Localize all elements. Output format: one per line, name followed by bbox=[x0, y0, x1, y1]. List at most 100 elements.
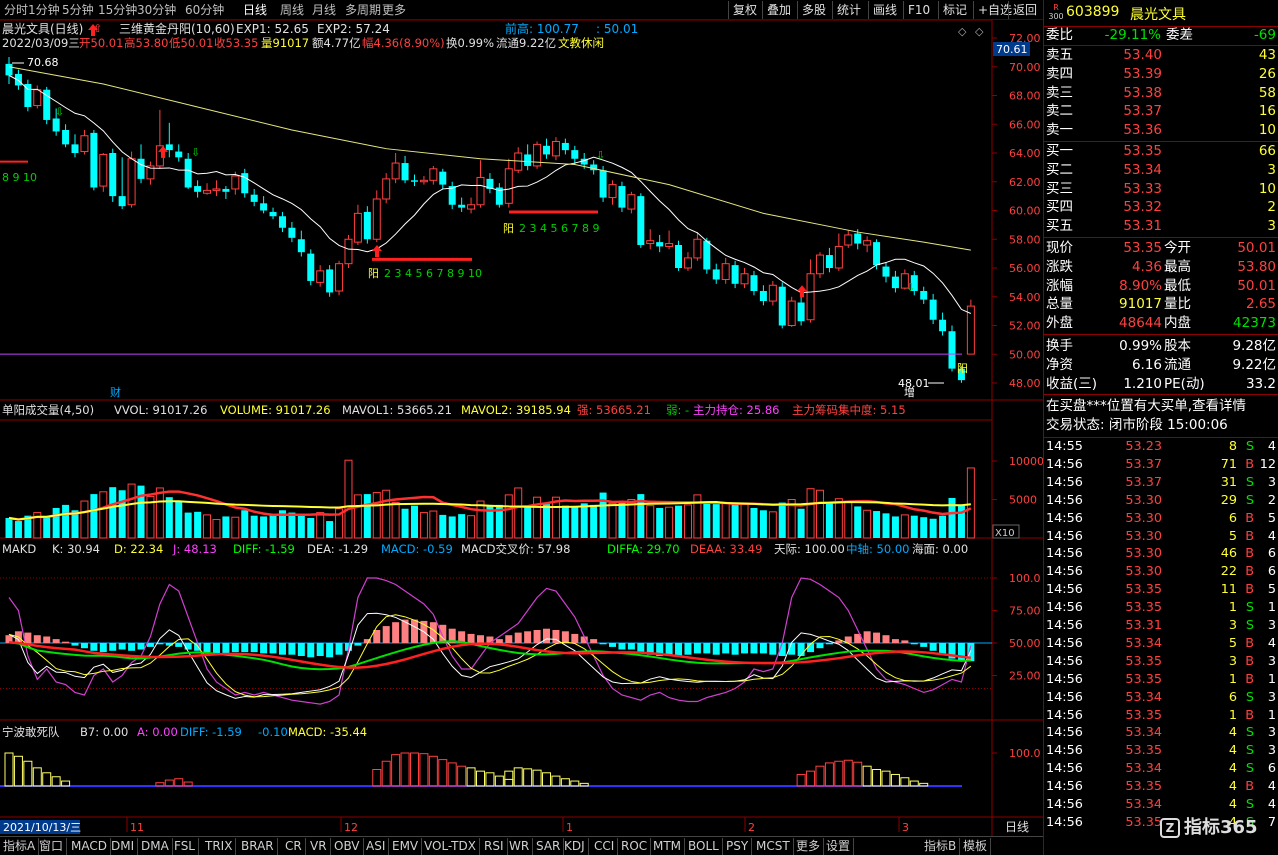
volume-bar bbox=[948, 497, 956, 538]
macd-hist-bar bbox=[222, 643, 230, 654]
price-tick-label: 66.00 bbox=[1009, 118, 1041, 131]
toolbar-button[interactable]: 画线 bbox=[868, 1, 901, 19]
quote-info-vol: 量91017 bbox=[261, 36, 309, 50]
yang-label: 阳 bbox=[957, 362, 968, 375]
indicator-tab[interactable]: ROC bbox=[618, 838, 652, 855]
quote-value: 0.99% bbox=[1119, 338, 1162, 354]
indicator-tab[interactable]: MTM bbox=[650, 838, 686, 855]
quote-value: 42373 bbox=[1233, 315, 1276, 332]
price-tick-label: 62.00 bbox=[1009, 176, 1041, 189]
tick-list[interactable]: 14:55 53.23 8 S 4 14:56 53.37 71 B 12 14:56 53.37 31… bbox=[1044, 438, 1278, 855]
tick-row: 14:56 53.34 5 B 4 bbox=[1044, 635, 1278, 653]
volume-bar bbox=[665, 506, 674, 539]
indicator-tab-right[interactable]: 模板 bbox=[960, 838, 992, 855]
macd-hist-bar bbox=[260, 643, 268, 654]
indicator-tab[interactable]: OBV bbox=[331, 838, 364, 855]
indicator-tab[interactable]: CR bbox=[282, 838, 306, 855]
tick-row: 14:56 53.37 71 B 12 bbox=[1044, 456, 1278, 474]
r-badge: R 300 bbox=[1048, 3, 1064, 21]
period-tab[interactable]: 30分钟 bbox=[137, 2, 176, 18]
candle-body bbox=[410, 180, 418, 182]
makd-cross-price: MACD交叉价: 57.98 bbox=[461, 542, 570, 556]
indicator-tab[interactable]: CCI bbox=[591, 838, 619, 855]
indicator-tab[interactable]: TRIX bbox=[202, 838, 237, 855]
indicator-tab[interactable]: 窗口 bbox=[36, 838, 68, 855]
candle-body bbox=[90, 132, 98, 188]
toolbar-button[interactable]: 叠加 bbox=[762, 1, 795, 19]
tick-side: B bbox=[1245, 653, 1254, 669]
toolbar-button[interactable]: 多股 bbox=[797, 1, 830, 19]
indicator-tab[interactable]: MCST bbox=[753, 838, 794, 855]
indicator-tab[interactable]: RSI bbox=[481, 838, 508, 855]
tick-volume: 3 bbox=[1228, 653, 1237, 669]
toolbar-button[interactable]: 标记 bbox=[938, 1, 971, 19]
nb-a: A: 0.00 bbox=[137, 725, 178, 739]
toolbar-button[interactable]: F10 bbox=[903, 1, 934, 19]
quote-value: 2.65 bbox=[1245, 296, 1276, 313]
indicator-tab[interactable]: EMV bbox=[389, 838, 423, 855]
nb-bar bbox=[23, 760, 33, 787]
period-tab[interactable]: 15分钟 bbox=[98, 2, 137, 18]
price-tick-label: 54.00 bbox=[1009, 291, 1041, 304]
macd-hist-bar bbox=[146, 643, 154, 647]
period-tab[interactable]: 日线 bbox=[243, 2, 267, 18]
indicator-tab[interactable]: 更多 bbox=[793, 838, 825, 855]
tick-volume: 46 bbox=[1220, 546, 1237, 562]
indicator-tab[interactable]: DMA bbox=[138, 838, 173, 855]
collapse-icon[interactable]: ◇ bbox=[958, 25, 967, 38]
quote-value: 9.28亿 bbox=[1232, 338, 1276, 354]
period-tab[interactable]: 5分钟 bbox=[62, 2, 94, 18]
volume-bar bbox=[920, 517, 928, 538]
period-tab[interactable]: 多周期 bbox=[345, 2, 381, 18]
ask-volume: 43 bbox=[1258, 47, 1276, 63]
indicator-tab[interactable]: 指标A bbox=[0, 838, 40, 855]
indicator-tab[interactable]: VOL-TDX bbox=[421, 838, 480, 855]
indicator-tab[interactable]: PSY bbox=[723, 838, 753, 855]
candle-body bbox=[353, 212, 362, 243]
period-tab[interactable]: 更多 bbox=[382, 2, 406, 18]
nb-indicator-name: 宁波敢死队 bbox=[2, 725, 60, 739]
indicator-tab[interactable]: FSL bbox=[171, 838, 199, 855]
candle-body bbox=[873, 242, 881, 266]
period-tab[interactable]: 周线 bbox=[280, 2, 304, 18]
volume-bar bbox=[90, 494, 98, 538]
close-icon[interactable]: ◇ bbox=[975, 25, 984, 38]
indicator-tab[interactable]: DMI bbox=[108, 838, 139, 855]
macd-hist-bar bbox=[505, 635, 513, 643]
indicator-tab[interactable]: WR bbox=[506, 838, 534, 855]
period-tab[interactable]: 月线 bbox=[312, 2, 336, 18]
indicator-tab-right[interactable]: 指标B bbox=[921, 838, 961, 855]
toolbar-button[interactable]: 返回 bbox=[1008, 1, 1041, 19]
indicator-tab[interactable]: VR bbox=[307, 838, 331, 855]
indicator-tab[interactable]: BRAR bbox=[238, 838, 278, 855]
indicator-tab[interactable]: ASI bbox=[363, 838, 390, 855]
volume-bar bbox=[891, 516, 899, 538]
tick-price: 53.35 bbox=[1125, 671, 1162, 687]
tick-price: 53.35 bbox=[1125, 743, 1162, 759]
kline-chart-area[interactable]: 72.0070.0068.0066.0064.0062.0060.0058.00… bbox=[0, 20, 1043, 836]
candle-body bbox=[5, 63, 13, 76]
indicator-tab[interactable]: 设置 bbox=[823, 838, 855, 855]
indicator-tab[interactable]: BOLL bbox=[685, 838, 723, 855]
bid-level-label: 买四 bbox=[1046, 199, 1073, 216]
nb-bar bbox=[391, 754, 401, 787]
low-price-label: 48.01 bbox=[898, 377, 930, 390]
tick-side: B bbox=[1245, 546, 1254, 562]
quote-info-sector: 文教休闲 bbox=[558, 36, 604, 50]
toolbar-button[interactable]: 统计 bbox=[832, 1, 865, 19]
toolbar-button[interactable]: 复权 bbox=[728, 1, 761, 19]
bid-price: 53.34 bbox=[1123, 161, 1162, 178]
indicator-tab[interactable]: MACD bbox=[68, 838, 111, 855]
period-tab[interactable]: 60分钟 bbox=[185, 2, 224, 18]
period-tab[interactable]: 1分钟 bbox=[28, 2, 60, 18]
candle-body bbox=[33, 89, 42, 107]
quote-info-close: 收53.35 bbox=[214, 36, 258, 50]
candle-body bbox=[476, 176, 485, 206]
indicator-tab[interactable]: SAR bbox=[533, 838, 565, 855]
date-tick-label: 11 bbox=[130, 821, 144, 834]
indicator-tab[interactable]: KDJ bbox=[561, 838, 589, 855]
candle-body bbox=[599, 170, 607, 198]
period-tab[interactable]: 分时 bbox=[4, 2, 28, 18]
candle-body bbox=[165, 144, 173, 151]
macd-hist-bar bbox=[618, 643, 626, 650]
